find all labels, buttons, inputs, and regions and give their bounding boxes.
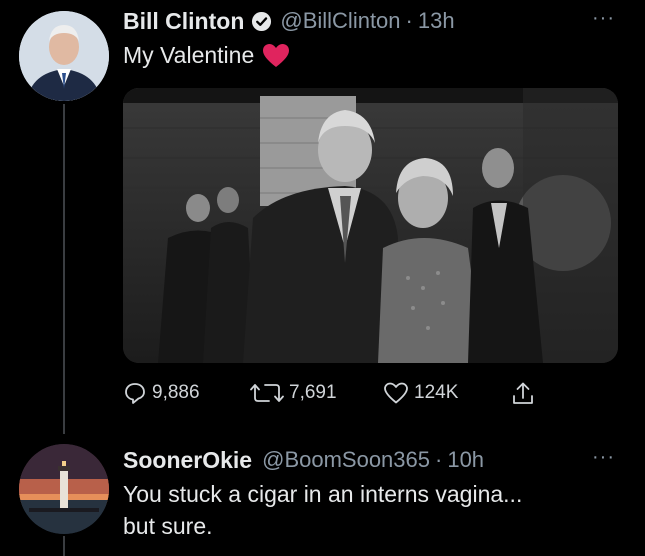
reply-header: SoonerOkie @BoomSoon365 · 10h — [123, 445, 484, 475]
like-button[interactable]: 124K — [383, 381, 458, 405]
avatar-portrait — [19, 11, 109, 101]
tweet-header: Bill Clinton @BillClinton · 13h — [123, 6, 455, 36]
avatar-sooner-okie[interactable] — [19, 444, 109, 534]
reply-icon — [125, 383, 145, 404]
tweet-text-content: My Valentine — [123, 42, 255, 68]
retweet-count: 7,691 — [289, 382, 337, 403]
retweet-icon — [250, 384, 284, 402]
heart-emoji-icon — [262, 43, 290, 69]
reply-button[interactable]: 9,886 — [123, 381, 200, 405]
thread-connector — [63, 104, 65, 434]
retweet-button[interactable]: 7,691 — [250, 381, 337, 405]
reply-timestamp[interactable]: 10h — [447, 447, 484, 473]
user-handle[interactable]: @BillClinton — [280, 8, 400, 34]
reply-user-handle[interactable]: @BoomSoon365 — [262, 447, 430, 473]
thread-connector-bottom — [63, 536, 65, 556]
reply-display-name[interactable]: SoonerOkie — [123, 447, 252, 474]
avatar-bill-clinton[interactable] — [19, 11, 109, 101]
reply-separator-dot: · — [435, 447, 443, 472]
verified-badge-icon — [251, 11, 272, 32]
photo-image — [123, 88, 618, 363]
timestamp[interactable]: 13h — [418, 8, 455, 34]
tweet-text: My Valentine — [123, 40, 290, 71]
reply-count: 9,886 — [152, 382, 200, 403]
heart-icon — [384, 382, 408, 404]
tweet-photo[interactable] — [123, 88, 618, 363]
share-icon — [513, 382, 533, 404]
avatar-lighthouse-sunset — [19, 444, 109, 534]
reply-more-options-icon[interactable]: ··· — [592, 446, 615, 469]
reply-text-line-2: but sure. — [123, 513, 213, 539]
like-count: 124K — [414, 382, 459, 403]
display-name[interactable]: Bill Clinton — [123, 8, 244, 35]
separator-dot: · — [405, 8, 413, 33]
tweet-actions: 9,886 7,691 124K — [123, 381, 553, 411]
share-button[interactable] — [511, 381, 540, 407]
more-options-icon[interactable]: ··· — [592, 7, 615, 30]
reply-text-line-1: You stuck a cigar in an interns vagina..… — [123, 481, 523, 507]
